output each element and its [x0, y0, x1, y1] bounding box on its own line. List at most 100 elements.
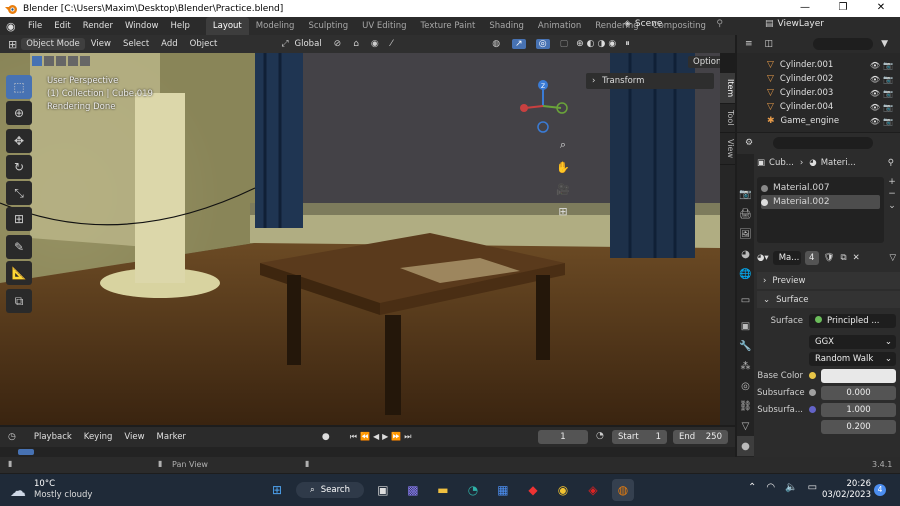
- tab-collection-icon[interactable]: ▭: [737, 290, 754, 310]
- weather-widget[interactable]: 10°C Mostly cloudy: [34, 479, 92, 501]
- menu-file[interactable]: File: [22, 21, 48, 31]
- pivot-icon[interactable]: ⊘: [334, 39, 342, 49]
- menu-marker[interactable]: Marker: [151, 432, 192, 442]
- close-button[interactable]: ✕: [862, 0, 900, 17]
- chevron-up-icon[interactable]: ⌃: [748, 482, 756, 493]
- view-layer-selector[interactable]: ▤ ViewLayer: [765, 19, 824, 29]
- editor-type-icon[interactable]: ⊞: [8, 38, 17, 51]
- chrome-icon[interactable]: ◉: [552, 479, 574, 501]
- remove-slot-icon[interactable]: −: [888, 189, 896, 199]
- select-intersect-icon[interactable]: [80, 56, 90, 66]
- menu-add[interactable]: Add: [155, 39, 183, 49]
- filter-icon[interactable]: ▼: [881, 39, 888, 49]
- pan-hand-icon[interactable]: ✋: [553, 157, 573, 177]
- playback-controls-icon[interactable]: ⏮⏪◀▶⏩⏭: [350, 432, 415, 442]
- tab-sculpting[interactable]: Sculpting: [301, 17, 355, 35]
- annotate-tool-icon[interactable]: ✎: [6, 235, 32, 259]
- menu-view[interactable]: View: [85, 39, 117, 49]
- camera-icon[interactable]: 🎥: [553, 179, 573, 199]
- list-item[interactable]: ▽ Cylinder.001 👁📷: [737, 58, 900, 72]
- subsurface-method-dropdown[interactable]: Random Walk ⌄: [809, 351, 896, 366]
- timeline-scrubber[interactable]: [0, 447, 735, 457]
- current-frame-field[interactable]: 1: [538, 430, 588, 444]
- base-color-swatch[interactable]: [821, 368, 896, 383]
- pause-icon[interactable]: ⏸: [625, 39, 630, 49]
- volume-icon[interactable]: 🔈: [785, 482, 797, 493]
- tab-view-layer-icon[interactable]: 🖼: [737, 224, 754, 244]
- radius-x-field[interactable]: 1.000: [821, 402, 896, 417]
- search-box[interactable]: ⌕ Search: [296, 482, 364, 498]
- snap-icon[interactable]: ⌂: [353, 39, 359, 49]
- record-icon[interactable]: ●: [322, 432, 330, 442]
- chevron-down-icon[interactable]: ⌄: [888, 201, 896, 211]
- windows-start-icon[interactable]: ⊞: [266, 479, 288, 501]
- tab-particles-icon[interactable]: ⁂: [737, 356, 754, 376]
- distribution-dropdown[interactable]: GGX ⌄: [809, 334, 896, 349]
- menu-window[interactable]: Window: [119, 21, 165, 31]
- shading-modes-icon[interactable]: ⊕◐◑◉: [576, 39, 619, 49]
- start-frame-field[interactable]: Start 1: [612, 430, 667, 444]
- weather-cloud-icon[interactable]: ☁: [10, 481, 26, 500]
- tab-view[interactable]: View: [720, 133, 735, 165]
- properties-editor-icon[interactable]: ⚙: [745, 138, 753, 148]
- list-item[interactable]: Material.007: [761, 181, 880, 195]
- tab-material-icon[interactable]: ●: [737, 436, 754, 456]
- menu-edit[interactable]: Edit: [48, 21, 76, 31]
- menu-help[interactable]: Help: [164, 21, 195, 31]
- tab-constraints-icon[interactable]: ⛓: [737, 396, 754, 416]
- tab-modifiers-icon[interactable]: 🔧: [737, 336, 754, 356]
- file-explorer-icon[interactable]: ▬: [432, 479, 454, 501]
- list-item[interactable]: ✱ Game_engine 👁📷: [737, 114, 900, 128]
- visibility-render-icons[interactable]: 👁📷: [870, 89, 896, 98]
- visibility-render-icons[interactable]: 👁📷: [870, 75, 896, 84]
- material-name-field[interactable]: Ma...: [772, 250, 801, 265]
- menu-timeline-view[interactable]: View: [118, 432, 150, 442]
- options-dropdown[interactable]: Options: [688, 56, 720, 68]
- list-item[interactable]: ▽ Cylinder.003 👁📷: [737, 86, 900, 100]
- grid-perspective-icon[interactable]: ⊞: [553, 201, 573, 221]
- battery-icon[interactable]: ▭: [808, 482, 817, 493]
- teams-chat-icon[interactable]: ▩: [402, 479, 424, 501]
- timeline-editor-icon[interactable]: ◷: [8, 432, 16, 442]
- tab-item[interactable]: Item: [720, 73, 735, 105]
- tab-uv-editing[interactable]: UV Editing: [355, 17, 413, 35]
- rotate-tool-icon[interactable]: ↻: [6, 155, 32, 179]
- select-subtract-icon[interactable]: [56, 56, 66, 66]
- zoom-icon[interactable]: ⌕: [553, 135, 573, 155]
- measure-tool-icon[interactable]: 📐: [6, 261, 32, 285]
- outliner-search-input[interactable]: [813, 38, 874, 50]
- pin-icon[interactable]: ⚲: [888, 158, 894, 168]
- visibility-render-icons[interactable]: 👁📷: [870, 61, 896, 70]
- select-box-tool-icon[interactable]: ⬚: [6, 75, 32, 99]
- scale-tool-icon[interactable]: ⤡: [6, 181, 32, 205]
- node-link-icon[interactable]: ▽: [889, 253, 896, 263]
- transform-tool-icon[interactable]: ⊞: [6, 207, 32, 231]
- minimize-button[interactable]: —: [786, 0, 824, 17]
- navigation-gizmo[interactable]: Z: [515, 76, 571, 136]
- tab-scene-icon[interactable]: ◕: [737, 244, 754, 264]
- tab-texture-paint[interactable]: Texture Paint: [414, 17, 483, 35]
- scene-selector[interactable]: ◈ Scene ⚲: [624, 19, 723, 29]
- surface-panel-header[interactable]: ⌄ Surface: [757, 291, 900, 308]
- list-item[interactable]: Material.002: [761, 195, 880, 209]
- fake-user-icon[interactable]: 🛡: [824, 253, 835, 263]
- add-slot-icon[interactable]: +: [888, 177, 896, 187]
- visibility-render-icons[interactable]: 👁📷: [870, 117, 896, 126]
- duplicate-icon[interactable]: ⧉: [840, 253, 846, 263]
- select-invert-icon[interactable]: [68, 56, 78, 66]
- xray-icon[interactable]: ▢: [560, 39, 569, 49]
- transform-panel-header[interactable]: › Transform: [586, 73, 714, 89]
- maximize-button[interactable]: ❐: [824, 0, 862, 17]
- notification-badge[interactable]: 4: [874, 484, 886, 496]
- outliner-editor-icon[interactable]: ≡: [745, 39, 753, 49]
- menu-object[interactable]: Object: [184, 39, 224, 49]
- select-extend-icon[interactable]: [44, 56, 54, 66]
- blender-menu-icon[interactable]: ◉: [6, 20, 22, 33]
- tab-shading[interactable]: Shading: [482, 17, 531, 35]
- list-item[interactable]: ▽ Cylinder.004 👁📷: [737, 100, 900, 114]
- store-icon[interactable]: ▦: [492, 479, 514, 501]
- radius-y-field[interactable]: 0.200: [821, 419, 896, 434]
- material-slot-list[interactable]: Material.007 Material.002: [757, 177, 884, 243]
- surface-shader-field[interactable]: Principled ...: [809, 313, 896, 328]
- overlay-toggle-icon[interactable]: ◎: [535, 39, 550, 49]
